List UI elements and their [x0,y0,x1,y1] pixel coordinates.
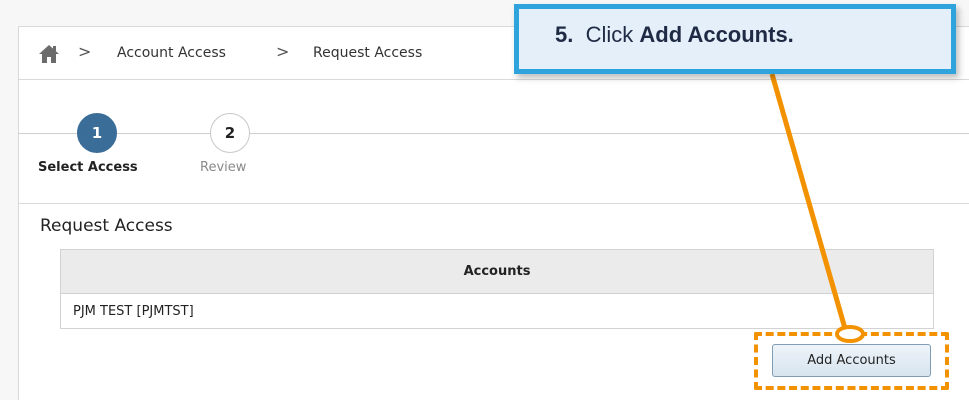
instruction-callout: 5. Click Add Accounts. [514,4,956,74]
callout-text: Click [585,22,634,47]
connector-anchor [835,325,865,343]
callout-step-number: 5. [555,22,574,47]
callout-emphasis: Add Accounts. [639,22,794,47]
